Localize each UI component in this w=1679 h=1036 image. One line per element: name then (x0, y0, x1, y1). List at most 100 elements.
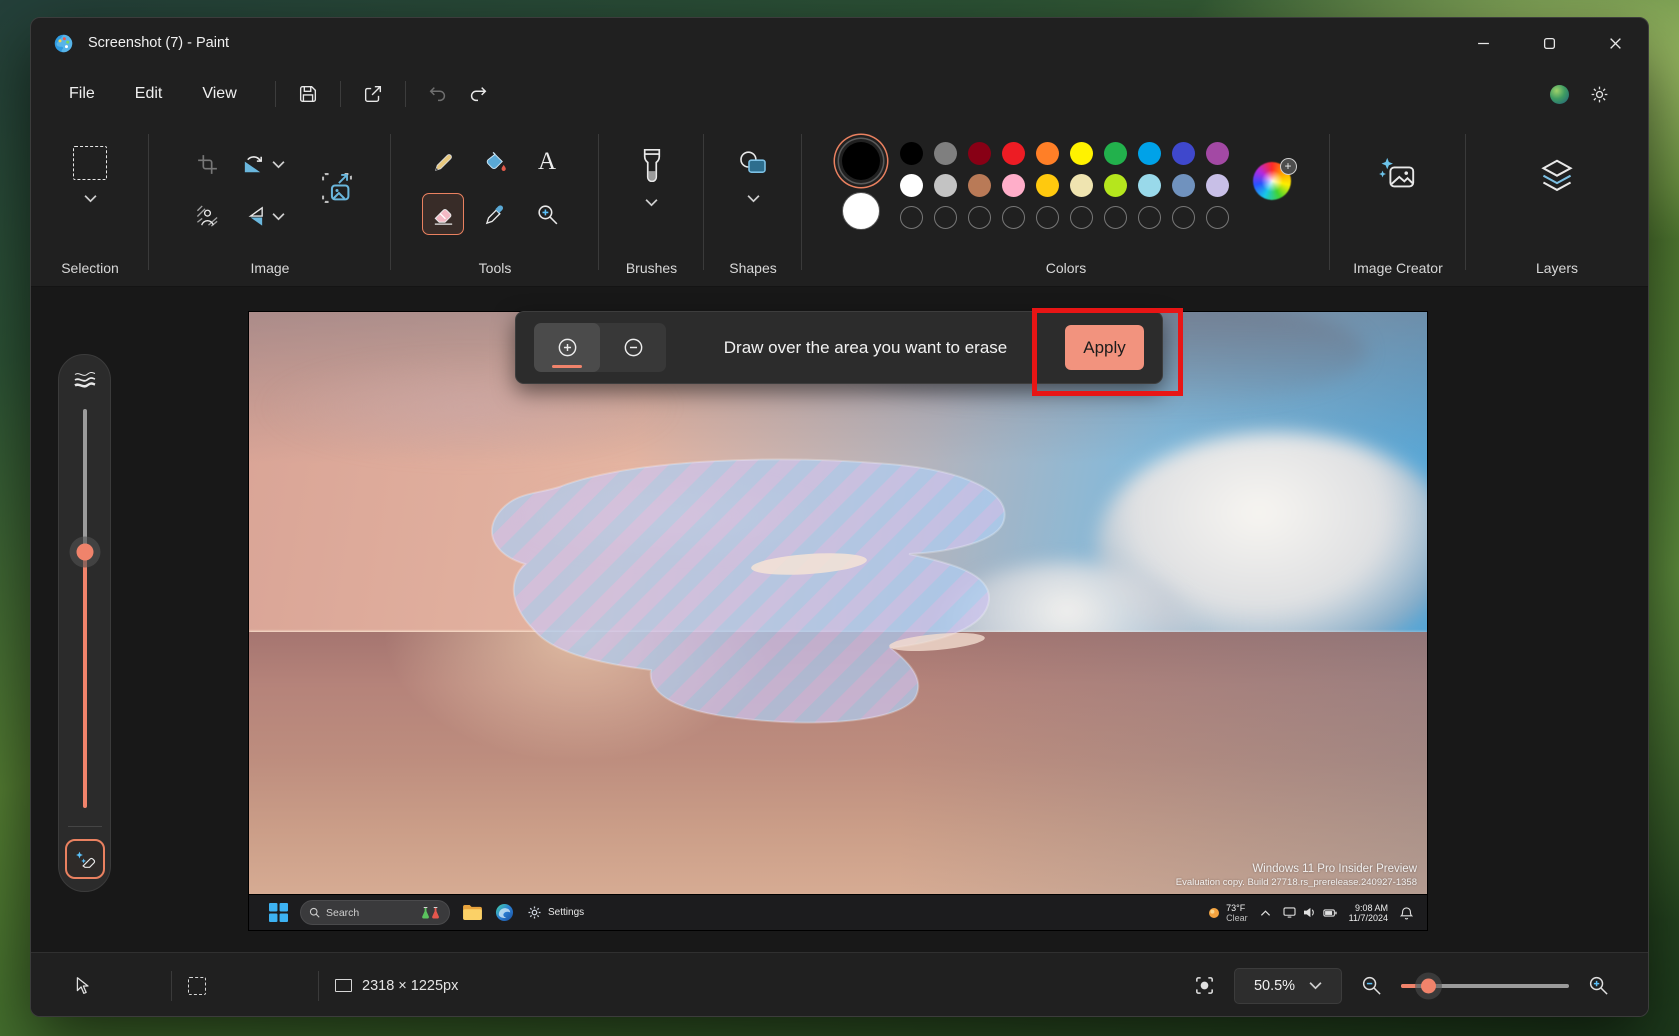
redo-button[interactable] (458, 77, 498, 111)
flip-icon[interactable] (241, 204, 266, 229)
color-swatch-empty[interactable] (934, 206, 957, 229)
color-swatch[interactable] (1070, 142, 1093, 165)
color-swatch[interactable] (1172, 174, 1195, 197)
selection-size-icon (188, 977, 206, 995)
minimize-button[interactable] (1450, 18, 1516, 68)
undo-icon (427, 83, 449, 105)
color-swatch[interactable] (1070, 174, 1093, 197)
erase-instruction-text: Draw over the area you want to erase (666, 338, 1065, 358)
color-swatch[interactable] (1138, 142, 1161, 165)
chevron-down-icon[interactable] (272, 212, 285, 221)
crop-icon[interactable] (195, 152, 220, 177)
menu-edit[interactable]: Edit (121, 79, 177, 109)
color-swatch[interactable] (1002, 174, 1025, 197)
color-swatch[interactable] (1138, 174, 1161, 197)
color-swatch[interactable] (900, 142, 923, 165)
color-swatch-empty[interactable] (900, 206, 923, 229)
color-swatch[interactable] (1036, 174, 1059, 197)
background-removal-icon[interactable] (195, 204, 220, 229)
color-swatch[interactable] (1104, 174, 1127, 197)
maximize-icon (1543, 37, 1556, 50)
image-creator-icon[interactable] (1378, 156, 1418, 194)
slider-track-upper (83, 409, 87, 551)
magnifier-tool[interactable] (526, 193, 568, 235)
add-subtract-segmented-control (534, 323, 666, 372)
rotate-icon[interactable] (241, 152, 266, 177)
selection-tool-icon[interactable] (73, 146, 107, 180)
color-swatch[interactable] (934, 142, 957, 165)
secondary-color-swatch[interactable] (842, 192, 880, 230)
ribbon-group-layers: Layers (1466, 120, 1648, 286)
color-swatch-empty[interactable] (1036, 206, 1059, 229)
search-placeholder: Search (326, 907, 415, 919)
paint-canvas[interactable]: Windows 11 Pro Insider Preview Evaluatio… (249, 312, 1427, 930)
undo-button[interactable] (418, 77, 458, 111)
color-swatch[interactable] (968, 142, 991, 165)
taskbar-settings: Settings (526, 904, 584, 921)
divider (405, 81, 406, 107)
add-to-selection-button[interactable] (534, 323, 600, 372)
primary-color-swatch[interactable] (842, 142, 880, 180)
zoom-slider-thumb[interactable] (1421, 978, 1436, 993)
zoom-level-dropdown[interactable]: 50.5% (1234, 968, 1342, 1004)
color-swatch[interactable] (934, 174, 957, 197)
color-swatch-empty[interactable] (1206, 206, 1229, 229)
resize-image-icon[interactable] (318, 169, 356, 207)
color-swatch-empty[interactable] (1172, 206, 1195, 229)
chevron-down-icon[interactable] (84, 194, 97, 203)
layers-icon[interactable] (1537, 156, 1577, 194)
slider-thumb[interactable] (76, 543, 93, 560)
account-avatar[interactable] (1550, 85, 1569, 104)
window-title: Screenshot (7) - Paint (88, 35, 229, 51)
settings-gear-icon[interactable] (1589, 84, 1610, 105)
chevron-down-icon[interactable] (645, 198, 658, 207)
chevron-down-icon (1309, 981, 1322, 990)
battery-icon (1323, 908, 1337, 918)
share-button[interactable] (353, 77, 393, 111)
windows-watermark: Windows 11 Pro Insider Preview Evaluatio… (1176, 863, 1417, 888)
eyedropper-tool[interactable] (474, 193, 516, 235)
workspace: Windows 11 Pro Insider Preview Evaluatio… (31, 287, 1648, 952)
generative-erase-button[interactable] (65, 839, 105, 879)
zoom-slider[interactable] (1401, 977, 1569, 995)
save-button[interactable] (288, 77, 328, 111)
file-explorer-icon (462, 904, 483, 921)
color-swatch-empty[interactable] (968, 206, 991, 229)
color-swatch[interactable] (1002, 142, 1025, 165)
close-button[interactable] (1582, 18, 1648, 68)
color-swatch[interactable] (1036, 142, 1059, 165)
size-slider[interactable] (59, 405, 110, 812)
brush-icon[interactable] (638, 148, 666, 182)
color-swatch[interactable] (1172, 142, 1195, 165)
color-swatch-empty[interactable] (1002, 206, 1025, 229)
subtract-from-selection-button[interactable] (600, 323, 666, 372)
edit-colors-button[interactable]: + (1253, 162, 1291, 200)
shapes-icon[interactable] (737, 148, 769, 178)
notification-bell-icon (1400, 906, 1413, 920)
shapes-group-label: Shapes (729, 260, 776, 276)
chevron-down-icon[interactable] (747, 194, 760, 203)
menu-file[interactable]: File (55, 79, 109, 109)
apply-button[interactable]: Apply (1065, 325, 1144, 370)
color-swatch[interactable] (1104, 142, 1127, 165)
maximize-button[interactable] (1516, 18, 1582, 68)
watermark-line-2: Evaluation copy. Build 27718.rs_prerelea… (1176, 877, 1417, 888)
color-swatch-empty[interactable] (1070, 206, 1093, 229)
color-swatch-empty[interactable] (1104, 206, 1127, 229)
fill-tool[interactable] (474, 141, 516, 183)
menu-view[interactable]: View (188, 79, 250, 109)
chevron-down-icon[interactable] (272, 160, 285, 169)
color-swatch[interactable] (968, 174, 991, 197)
color-swatch[interactable] (900, 174, 923, 197)
screenshot-taskbar: Search (249, 894, 1427, 930)
text-tool[interactable]: A (526, 141, 568, 183)
zoom-out-button[interactable] (1360, 974, 1383, 997)
eraser-tool-selected[interactable] (422, 193, 464, 235)
color-swatch-empty[interactable] (1138, 206, 1161, 229)
pencil-tool[interactable] (422, 141, 464, 183)
color-swatch[interactable] (1206, 142, 1229, 165)
zoom-in-button[interactable] (1587, 974, 1610, 997)
fit-to-screen-button[interactable] (1193, 974, 1216, 997)
search-icon (309, 907, 320, 918)
color-swatch[interactable] (1206, 174, 1229, 197)
